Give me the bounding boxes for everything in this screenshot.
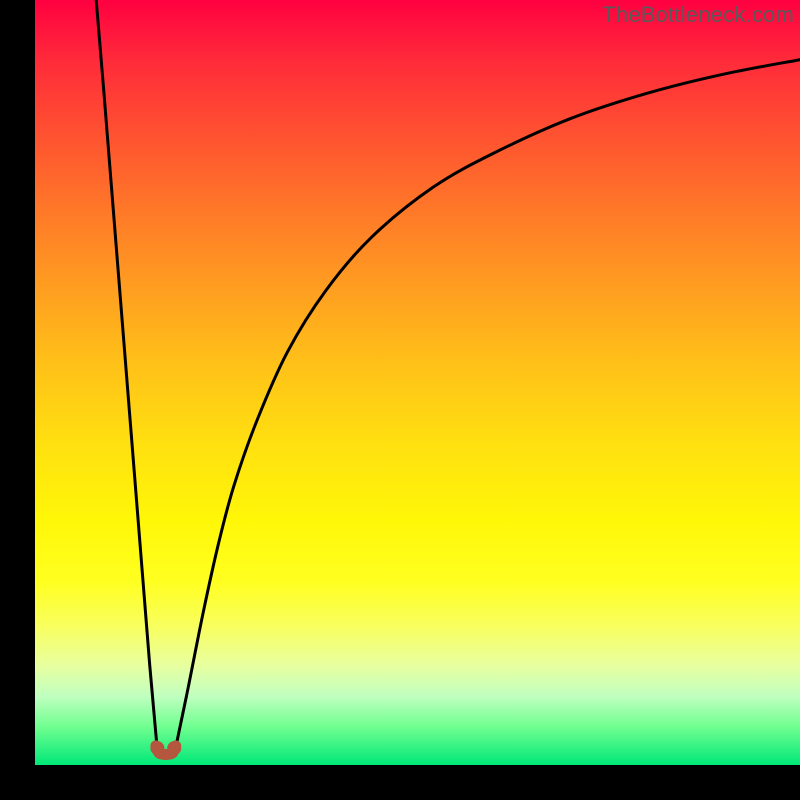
watermark-text: TheBottleneck.com [602, 2, 794, 28]
chart-frame: TheBottleneck.com [35, 0, 800, 765]
bottleneck-curve [96, 0, 800, 754]
valley-dot-right [167, 741, 181, 755]
valley-dot-left [150, 741, 164, 755]
curve-layer [35, 0, 800, 765]
